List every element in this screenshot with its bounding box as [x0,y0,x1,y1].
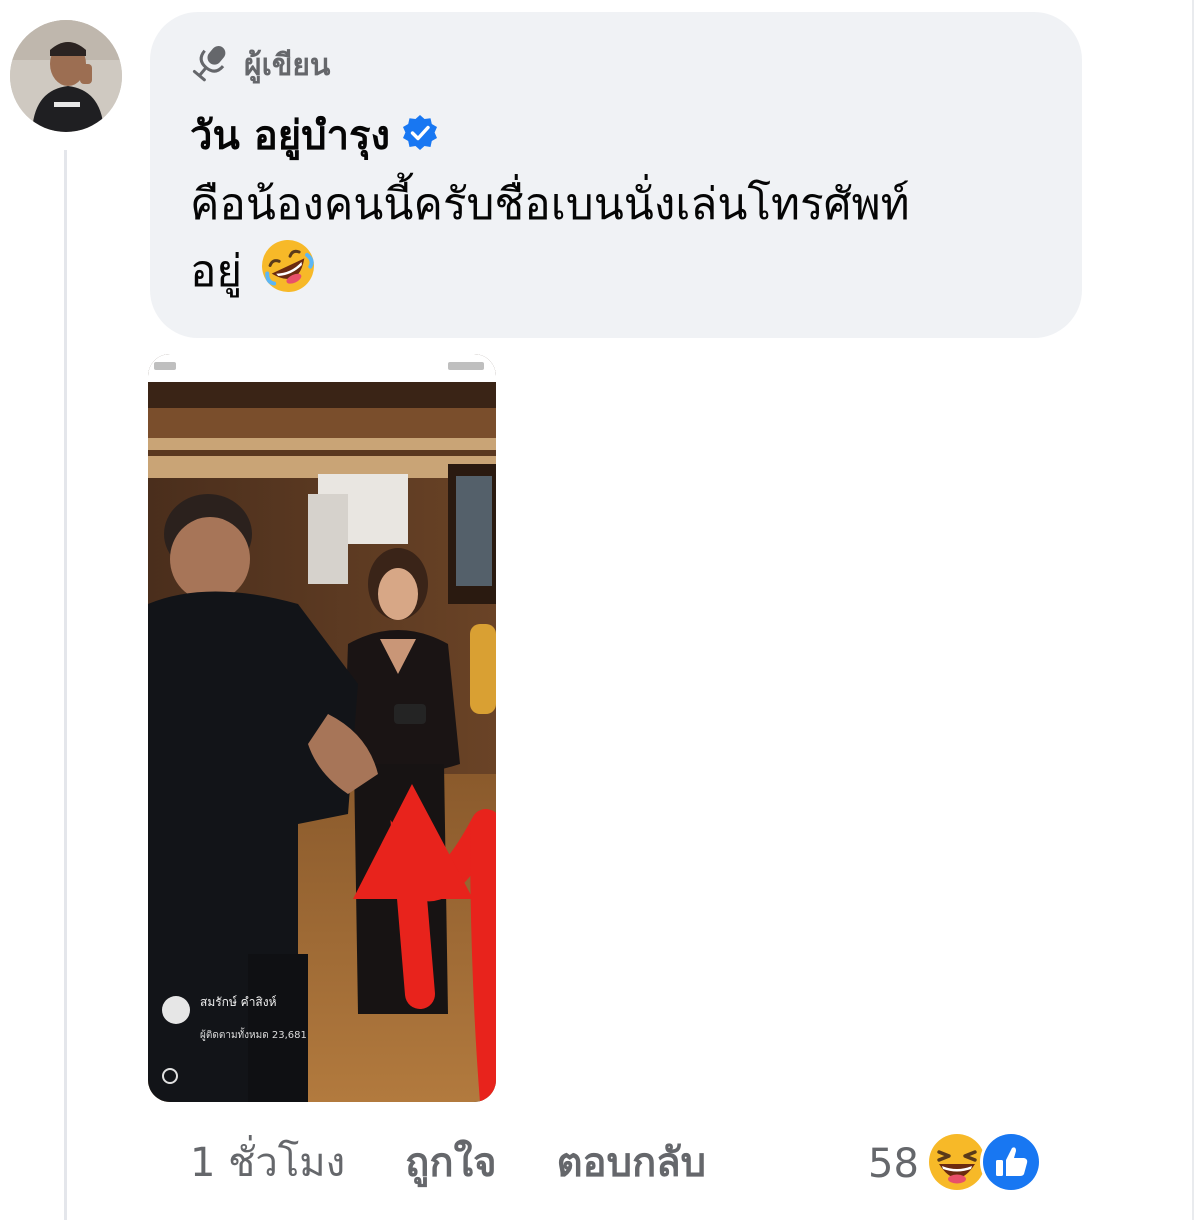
comment-text-line-2: อยู่ [190,238,1070,313]
reaction-count: 58 [868,1141,919,1187]
reaction-summary[interactable]: 58 [868,1130,1043,1198]
comment-author: วัน อยู่บำรุง [190,106,440,164]
like-button[interactable]: ถูกใจ [405,1130,496,1194]
comment-timestamp[interactable]: 1 ชั่วโมง [190,1130,345,1194]
photo-overlay-name: สมรักษ์ คำสิงห์ [200,995,277,1009]
reply-button[interactable]: ตอบกลับ [557,1130,707,1194]
comment-text: คือน้องคนนี้ครับชื่อเบนนั่งเล่นโทรศัพท์ … [190,172,1070,313]
microphone-icon [188,41,232,89]
author-name[interactable]: วัน อยู่บำรุง [190,103,390,167]
avatar[interactable] [10,20,122,132]
page-edge-divider [1192,0,1194,1220]
author-badge: ผู้เขียน [188,40,330,90]
rolling-laughing-emoji [260,238,316,313]
comment-text-line: คือน้องคนนี้ครับชื่อเบนนั่งเล่นโทรศัพท์ [190,179,910,230]
attached-photo[interactable]: สมรักษ์ คำสิงห์ ผู้ติดตามทั้งหมด 23,681 [148,354,496,1102]
comment-text-tail: อยู่ [190,246,243,297]
verified-badge-icon [400,113,440,157]
comment-actions: 1 ชั่วโมง ถูกใจ ตอบกลับ [190,1130,706,1194]
photo-overlay-subtitle: ผู้ติดตามทั้งหมด 23,681 [200,1027,307,1041]
reply-thread-line [64,150,67,1220]
author-badge-label: ผู้เขียน [244,47,331,83]
like-reaction-icon [979,1130,1043,1198]
